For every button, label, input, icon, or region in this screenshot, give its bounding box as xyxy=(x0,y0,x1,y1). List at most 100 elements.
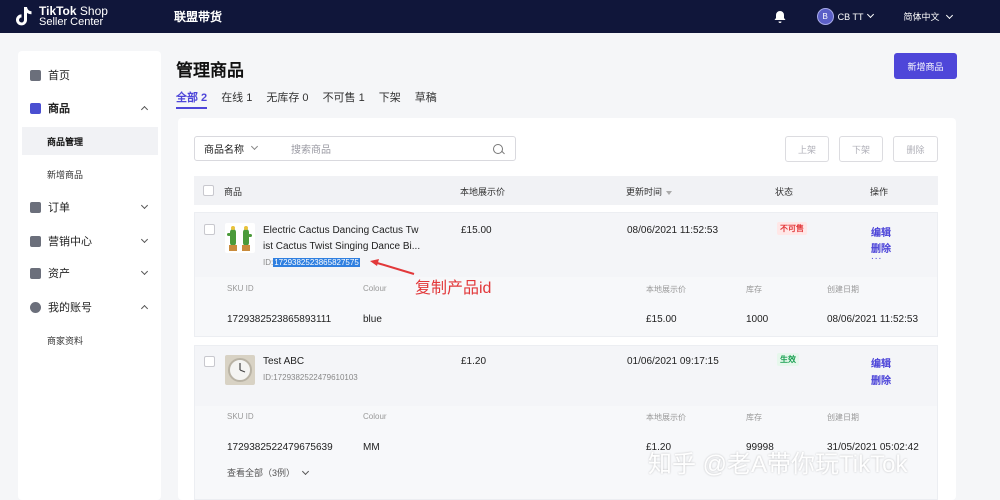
product-name[interactable]: Test ABC xyxy=(263,354,304,370)
table-header: 商品 本地展示价 更新时间 状态 操作 xyxy=(194,176,938,205)
sku-header-id: SKU ID xyxy=(227,284,254,293)
annotation-label: 复制产品id xyxy=(415,280,492,297)
bell-icon[interactable] xyxy=(773,10,787,24)
row-checkbox[interactable] xyxy=(204,356,215,367)
tab-unavailable[interactable]: 不可售 1 xyxy=(323,89,365,105)
language-label: 简体中文 xyxy=(903,12,940,22)
product-name[interactable]: Electric Cactus Dancing Cactus Tw ist Ca… xyxy=(263,223,433,255)
select-all-checkbox[interactable] xyxy=(203,185,214,196)
sidebar-item-home[interactable]: 首页 xyxy=(18,61,161,89)
delete-button[interactable]: 删除 xyxy=(893,136,938,162)
chevron-up-icon xyxy=(140,304,149,313)
delist-button[interactable]: 下架 xyxy=(839,136,883,162)
view-all-label: 查看全部（3例） xyxy=(227,468,296,478)
product-id[interactable]: ID:1729382523865827575 xyxy=(263,258,360,267)
sidebar-item-product-management[interactable]: 商品管理 xyxy=(22,127,158,155)
user-icon xyxy=(30,301,41,313)
sidebar-item-orders[interactable]: 订单 xyxy=(18,193,161,221)
account-menu[interactable]: B CB TT xyxy=(816,8,875,25)
sidebar-item-label: 首页 xyxy=(48,70,70,82)
watermark: 知乎 @老A带你玩TikTok xyxy=(648,451,908,478)
column-updated-label: 更新时间 xyxy=(626,187,663,197)
tiktok-shop-logo[interactable]: TikTok Shop Seller Center xyxy=(14,5,108,28)
sidebar-item-merchant-profile[interactable]: 商家资料 xyxy=(22,326,158,354)
column-price: 本地展示价 xyxy=(460,187,506,197)
sidebar-item-marketing[interactable]: 营销中心 xyxy=(18,227,161,255)
product-name-line2: ist Cactus Twist Singing Dance Bi... xyxy=(263,241,421,252)
search-field-select[interactable]: 商品名称 xyxy=(195,141,291,156)
sku-id: 1729382522479675639 xyxy=(227,442,333,453)
column-status: 状态 xyxy=(775,187,794,197)
sidebar-item-label: 我的账号 xyxy=(48,302,92,314)
marketing-icon xyxy=(30,235,41,247)
sku-stock: 1000 xyxy=(746,314,769,325)
sidebar-item-products[interactable]: 商品 xyxy=(18,94,161,122)
status-badge: 不可售 xyxy=(777,222,807,235)
product-id[interactable]: ID:1729382522479610103 xyxy=(263,373,358,382)
product-price: £15.00 xyxy=(461,225,492,236)
sku-header-stock: 库存 xyxy=(746,285,762,294)
home-icon xyxy=(30,69,41,81)
sidebar-item-my-account[interactable]: 我的账号 xyxy=(18,293,161,321)
language-select[interactable]: 简体中文 xyxy=(903,10,954,23)
sku-header-created: 创建日期 xyxy=(827,413,859,422)
sidebar-item-add-product[interactable]: 新增商品 xyxy=(22,160,158,188)
search-field-label: 商品名称 xyxy=(204,145,244,156)
sidebar-item-label: 订单 xyxy=(48,202,70,214)
account-name: CB TT xyxy=(837,11,864,22)
delete-link[interactable]: 删除 xyxy=(871,372,891,387)
chevron-down-icon xyxy=(867,10,875,19)
sku-header-price: 本地展示价 xyxy=(646,413,686,422)
chevron-down-icon xyxy=(140,201,149,210)
more-options-icon[interactable]: ... xyxy=(871,251,882,262)
edit-link[interactable]: 编辑 xyxy=(871,224,891,239)
product-updated-time: 08/06/2021 11:52:53 xyxy=(627,225,719,236)
product-price: £1.20 xyxy=(461,356,487,367)
search-icon[interactable] xyxy=(493,143,503,154)
sku-header-price: 本地展示价 xyxy=(646,285,686,294)
chevron-down-icon xyxy=(140,267,149,276)
sidebar: 首页 商品 商品管理 新增商品 订单 营销中心 资产 我的账号 商家资料 xyxy=(18,51,161,500)
red-arrow-icon xyxy=(370,259,415,275)
sku-id: 1729382523865893111 xyxy=(227,314,332,325)
view-all-skus-link[interactable]: 查看全部（3例） xyxy=(227,466,310,479)
sidebar-item-label: 营销中心 xyxy=(48,236,92,248)
sku-header-stock: 库存 xyxy=(746,413,762,422)
sku-colour: MM xyxy=(363,442,380,453)
tab-delisted[interactable]: 下架 xyxy=(379,89,401,105)
tab-out-of-stock[interactable]: 无库存 0 xyxy=(266,89,308,105)
add-product-button[interactable]: 新增商品 xyxy=(894,53,957,79)
search-input[interactable]: 搜索商品 xyxy=(291,141,493,156)
sort-icon xyxy=(666,190,673,195)
table-row: Electric Cactus Dancing Cactus Tw ist Ca… xyxy=(194,212,938,337)
row-checkbox[interactable] xyxy=(204,224,215,235)
status-badge: 生效 xyxy=(777,353,799,366)
product-id-highlighted: 1729382523865827575 xyxy=(273,258,360,267)
avatar: B xyxy=(816,8,834,25)
product-icon xyxy=(30,102,41,114)
chevron-down-icon xyxy=(250,142,259,151)
column-actions: 操作 xyxy=(870,187,889,197)
tab-all[interactable]: 全部 2 xyxy=(176,89,208,109)
column-updated[interactable]: 更新时间 xyxy=(626,185,673,198)
edit-link[interactable]: 编辑 xyxy=(871,355,891,370)
chevron-up-icon xyxy=(140,105,149,114)
top-bar: TikTok Shop Seller Center 联盟带货 B CB TT 简… xyxy=(0,0,1000,33)
brand-subtitle: Seller Center xyxy=(39,15,104,28)
sidebar-item-label: 商品 xyxy=(48,103,70,115)
chevron-down-icon xyxy=(140,235,149,244)
sidebar-item-assets[interactable]: 资产 xyxy=(18,259,161,287)
search-bar: 商品名称 搜索商品 xyxy=(194,136,516,161)
sku-header-colour: Colour xyxy=(363,284,387,293)
page-title: 管理商品 xyxy=(176,61,244,80)
sku-header-created: 创建日期 xyxy=(827,285,859,294)
clock-product-image xyxy=(225,355,255,385)
chevron-down-icon xyxy=(945,11,954,20)
status-tabs: 全部 2 在线 1 无库存 0 不可售 1 下架 草稿 xyxy=(176,89,451,109)
nav-affiliate[interactable]: 联盟带货 xyxy=(174,8,222,25)
tab-drafts[interactable]: 草稿 xyxy=(415,89,437,105)
list-button[interactable]: 上架 xyxy=(785,136,829,162)
sku-created: 08/06/2021 11:52:53 xyxy=(827,314,919,325)
sku-header-colour: Colour xyxy=(363,412,387,421)
tab-online[interactable]: 在线 1 xyxy=(221,89,252,105)
